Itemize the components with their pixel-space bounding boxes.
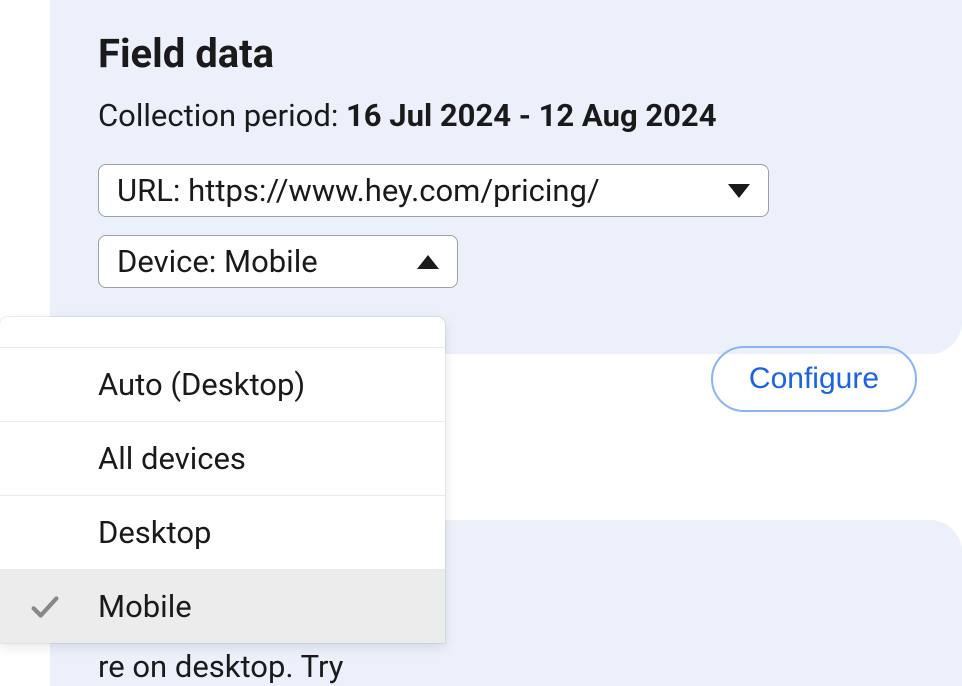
collection-period-prefix: Collection period: [98,97,346,134]
url-select-label: URL: https://www.hey.com/pricing/ [117,172,600,209]
configure-button-label: Configure [749,362,879,395]
configure-button[interactable]: Configure [711,346,917,412]
device-option-all-devices[interactable]: All devices [0,421,445,495]
url-select[interactable]: URL: https://www.hey.com/pricing/ [98,164,769,217]
device-select[interactable]: Device: Mobile [98,235,458,288]
field-data-title: Field data [98,30,914,77]
check-icon [28,590,98,624]
collection-period-range: 16 Jul 2024 - 12 Aug 2024 [346,97,717,134]
chevron-down-icon [728,184,750,198]
device-option-mobile[interactable]: Mobile [0,569,445,643]
field-data-card: Field data Collection period: 16 Jul 202… [50,0,962,354]
chevron-up-icon [417,255,439,269]
next-card-text-fragment: re on desktop. Try [98,648,914,685]
collection-period: Collection period: 16 Jul 2024 - 12 Aug … [98,97,914,134]
device-option-label: Mobile [98,588,423,625]
device-option-label: All devices [98,440,423,477]
device-option-auto-desktop[interactable]: Auto (Desktop) [0,347,445,421]
dropdown-top-padding [0,317,445,347]
device-option-label: Auto (Desktop) [98,366,423,403]
device-option-label: Desktop [98,514,423,551]
device-select-label: Device: Mobile [117,243,318,280]
device-dropdown-menu: Auto (Desktop) All devices Desktop Mobil… [0,317,445,643]
device-option-desktop[interactable]: Desktop [0,495,445,569]
